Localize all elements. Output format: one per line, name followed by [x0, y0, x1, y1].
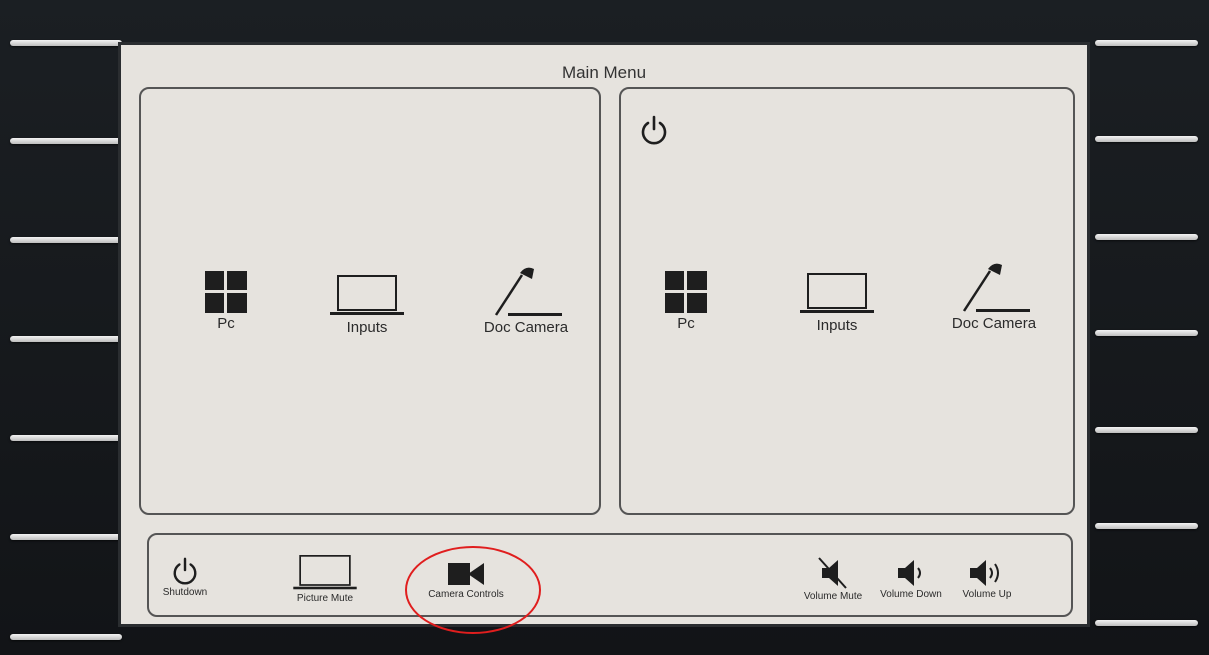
doc-camera-icon	[494, 267, 562, 316]
touch-screen: Main Menu Pc Inputs Doc Camera Pc Inputs…	[118, 42, 1090, 627]
volume-down-button[interactable]: Volume Down	[875, 559, 947, 600]
right-display-panel: Pc Inputs Doc Camera	[619, 87, 1075, 515]
hard-button-right-1[interactable]	[1095, 40, 1198, 46]
hard-button-left-4[interactable]	[10, 336, 122, 342]
camera-controls-highlight-circle	[405, 546, 541, 634]
volume-up-icon	[970, 560, 999, 586]
left-display-panel: Pc Inputs Doc Camera	[139, 87, 601, 515]
picture-mute-label: Picture Mute	[296, 593, 354, 604]
volume-mute-button[interactable]: Volume Mute	[793, 557, 873, 602]
source-doc-camera-label: Doc Camera	[483, 319, 569, 336]
source-pc-label: Pc	[677, 315, 695, 332]
laptop-icon	[293, 555, 357, 590]
power-toggle-button[interactable]	[639, 115, 669, 145]
source-inputs-button[interactable]: Inputs	[327, 275, 407, 336]
volume-up-label: Volume Up	[962, 589, 1012, 600]
power-icon	[641, 115, 667, 145]
hard-button-left-7[interactable]	[10, 634, 122, 640]
hard-button-right-6[interactable]	[1095, 523, 1198, 529]
hard-button-left-6[interactable]	[10, 534, 122, 540]
volume-mute-icon	[818, 557, 847, 589]
source-inputs-label: Inputs	[816, 317, 858, 334]
laptop-icon	[330, 275, 404, 315]
bottom-control-bar: Shutdown Picture Mute Camera Controls Vo…	[147, 533, 1073, 617]
volume-mute-label: Volume Mute	[803, 591, 863, 602]
volume-up-button[interactable]: Volume Up	[955, 559, 1019, 600]
hard-button-left-1[interactable]	[10, 40, 122, 46]
volume-down-icon	[898, 560, 921, 586]
shutdown-label: Shutdown	[162, 587, 208, 598]
windows-icon	[665, 271, 707, 313]
doc-camera-icon	[962, 263, 1030, 312]
source-pc-label: Pc	[217, 315, 235, 332]
hard-button-right-4[interactable]	[1095, 330, 1198, 336]
picture-mute-button[interactable]: Picture Mute	[287, 555, 363, 604]
page-title: Main Menu	[561, 63, 647, 82]
source-doc-camera-button[interactable]: Doc Camera	[939, 261, 1049, 332]
hard-button-left-5[interactable]	[10, 435, 122, 441]
shutdown-button[interactable]: Shutdown	[157, 557, 213, 598]
hard-button-left-2[interactable]	[10, 138, 122, 144]
source-inputs-label: Inputs	[346, 319, 388, 336]
source-inputs-button[interactable]: Inputs	[797, 273, 877, 334]
source-doc-camera-button[interactable]: Doc Camera	[471, 265, 581, 336]
hard-button-right-5[interactable]	[1095, 427, 1198, 433]
volume-down-label: Volume Down	[880, 589, 942, 600]
source-pc-button[interactable]: Pc	[651, 271, 721, 332]
hard-button-right-3[interactable]	[1095, 234, 1198, 240]
windows-icon	[205, 271, 247, 313]
hard-button-right-2[interactable]	[1095, 136, 1198, 142]
hard-button-right-7[interactable]	[1095, 620, 1198, 626]
hard-button-left-3[interactable]	[10, 237, 122, 243]
laptop-icon	[800, 273, 874, 313]
power-icon	[173, 557, 197, 585]
source-pc-button[interactable]: Pc	[191, 271, 261, 332]
source-doc-camera-label: Doc Camera	[951, 315, 1037, 332]
